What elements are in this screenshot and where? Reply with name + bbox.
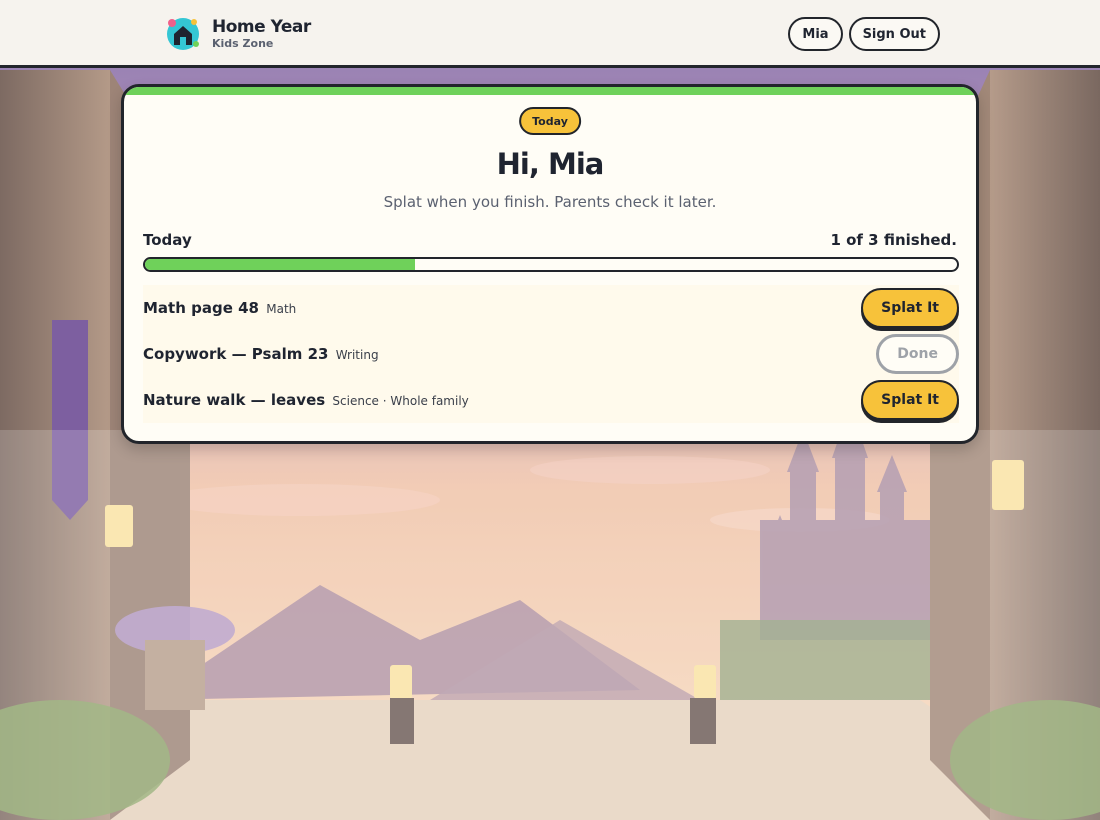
brand[interactable]: Home Year Kids Zone xyxy=(164,14,311,52)
task-subject: Science · Whole family xyxy=(332,394,469,408)
brand-title: Home Year xyxy=(212,16,311,37)
task-row: Math page 48 Math Splat It xyxy=(143,285,959,331)
progress-bar xyxy=(143,257,959,272)
top-nav: Mia Sign Out xyxy=(788,17,940,51)
progress-label: Today xyxy=(143,231,192,249)
greeting-heading: Hi, Mia xyxy=(496,147,605,181)
task-title: Copywork — Psalm 23 xyxy=(143,345,329,363)
greeting-subtitle: Splat when you finish. Parents check it … xyxy=(383,193,717,211)
task-row: Nature walk — leaves Science · Whole fam… xyxy=(143,377,959,423)
progress-count: 1 of 3 finished. xyxy=(830,231,957,249)
card-accent-strip xyxy=(124,87,976,95)
task-list: Math page 48 Math Splat It Copywork — Ps… xyxy=(143,285,959,423)
user-button[interactable]: Mia xyxy=(788,17,843,51)
splat-it-button[interactable]: Splat It xyxy=(861,380,959,420)
splat-it-button[interactable]: Splat It xyxy=(861,288,959,328)
today-card: Today Hi, Mia Splat when you finish. Par… xyxy=(121,84,979,444)
house-logo-icon xyxy=(164,14,202,52)
today-badge: Today xyxy=(519,107,581,135)
task-title: Math page 48 xyxy=(143,299,259,317)
task-title: Nature walk — leaves xyxy=(143,391,326,409)
task-row: Copywork — Psalm 23 Writing Done xyxy=(143,331,959,377)
sign-out-button[interactable]: Sign Out xyxy=(848,17,940,51)
task-subject: Writing xyxy=(335,348,379,362)
top-bar: Home Year Kids Zone Mia Sign Out xyxy=(0,0,1100,68)
brand-subtitle: Kids Zone xyxy=(212,36,274,50)
progress-fill xyxy=(145,259,416,270)
task-subject: Math xyxy=(266,302,297,316)
done-button: Done xyxy=(876,334,959,374)
